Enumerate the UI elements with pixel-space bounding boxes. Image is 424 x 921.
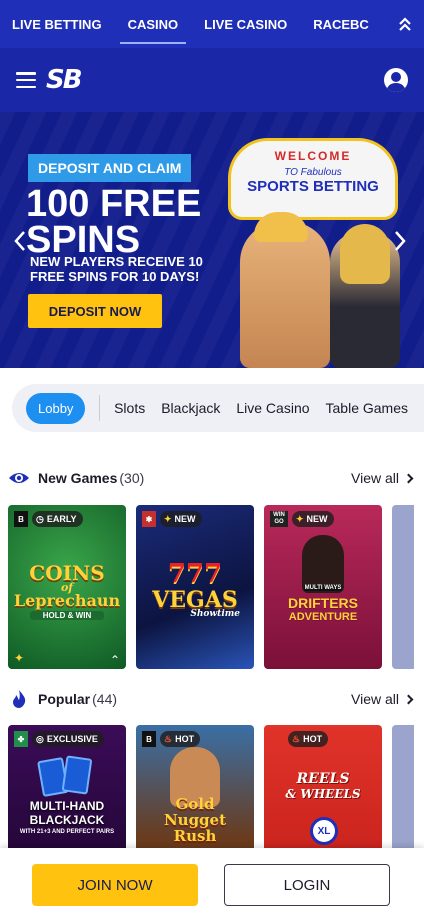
site-logo[interactable]: SB [46, 65, 83, 95]
provider-logo: WIN GO [270, 511, 288, 527]
top-nav: LIVE BETTING CASINO LIVE CASINO RACEBC [0, 0, 424, 48]
sign-welcome-text: WELCOME [274, 149, 352, 163]
chevron-right-icon [403, 473, 414, 483]
deposit-now-button[interactable]: DEPOSIT NOW [28, 294, 162, 328]
chevron-up-icon[interactable]: ⌃ [110, 653, 120, 667]
flame-icon: ♨ [292, 733, 301, 744]
filter-blackjack[interactable]: Blackjack [161, 400, 220, 416]
filter-live-casino[interactable]: Live Casino [236, 400, 309, 416]
section-title: New Games [38, 470, 118, 486]
double-chevron-up-icon [399, 17, 411, 31]
filter-lobby[interactable]: Lobby [26, 392, 86, 424]
hamburger-menu-icon[interactable] [16, 72, 36, 88]
filter-table-games[interactable]: Table Games [326, 400, 408, 416]
clock-icon: ◷ [36, 513, 44, 524]
banner-pill: DEPOSIT AND CLAIM [28, 154, 192, 182]
section-title: Popular [38, 691, 91, 707]
flame-icon [13, 690, 26, 708]
tab-casino[interactable]: CASINO [119, 0, 186, 48]
popular-header: Popular (44) View all [8, 687, 416, 711]
view-all-link[interactable]: View all [351, 470, 414, 486]
game-tile[interactable]: ✱ ✦ NEW 777 VEGAS Showtime [136, 505, 254, 669]
status-badge: ✦ NEW [160, 511, 202, 527]
tab-racebook[interactable]: RACEBC [313, 0, 369, 48]
divider [99, 395, 101, 421]
medal-icon: ◎ [36, 733, 44, 744]
flame-icon: ♨ [164, 733, 173, 744]
nav-collapse-button[interactable] [374, 0, 424, 48]
status-badge: ◎ EXCLUSIVE [32, 731, 104, 747]
sign-to-text: TO Fabulous [284, 167, 342, 178]
status-badge: ◷ EARLY [32, 511, 83, 527]
chevron-right-icon [403, 694, 414, 704]
new-games-row: B ◷ EARLY COINS of Leprechaun HOLD & WIN … [8, 505, 424, 669]
mascot-woman-image [330, 224, 400, 368]
sparkle-icon: ✦ [14, 651, 25, 665]
new-games-header: New Games (30) View all [8, 466, 416, 490]
status-badge: ♨ HOT [160, 731, 201, 747]
sparkle-icon: ✦ [164, 513, 172, 524]
section-count: (30) [119, 470, 145, 486]
login-button[interactable]: LOGIN [224, 864, 390, 906]
provider-logo: B [14, 511, 28, 527]
promo-banner[interactable]: WELCOME TO Fabulous SPORTS BETTING DEPOS… [0, 112, 424, 368]
provider-logo: ✱ [142, 511, 156, 527]
provider-logo: ✤ [14, 731, 28, 747]
filter-slots[interactable]: Slots [114, 400, 145, 416]
provider-logo: B [142, 731, 156, 747]
xl-badge: XL [310, 817, 338, 845]
mascot-man-image [240, 212, 330, 368]
status-badge: ✦ NEW [292, 511, 334, 527]
tab-live-betting[interactable]: LIVE BETTING [12, 0, 102, 48]
eye-icon [9, 473, 29, 483]
sign-brand-text: SPORTS BETTING [247, 178, 379, 195]
join-now-button[interactable]: JOIN NOW [32, 864, 198, 906]
chevron-right-icon[interactable] [392, 230, 408, 252]
account-icon[interactable] [384, 68, 408, 92]
auth-bar: JOIN NOW LOGIN [0, 848, 424, 921]
section-count: (44) [92, 691, 118, 707]
category-filter: Lobby Slots Blackjack Live Casino Table … [12, 384, 424, 432]
status-badge: ♨ HOT [288, 731, 329, 747]
sparkle-icon: ✦ [296, 513, 304, 524]
game-tile[interactable]: B ◷ EARLY COINS of Leprechaun HOLD & WIN … [8, 505, 126, 669]
game-tile[interactable]: WIN GO ✦ NEW MULTI WAYS DRIFTERS ADVENTUR… [264, 505, 382, 669]
site-header: SB [0, 48, 424, 112]
banner-headline: 100 FREE SPINS [26, 183, 202, 261]
view-all-link[interactable]: View all [351, 691, 414, 707]
welcome-sign: WELCOME TO Fabulous SPORTS BETTING [228, 138, 398, 220]
game-tile-peek[interactable] [392, 505, 414, 669]
banner-subtext: NEW PLAYERS RECEIVE 10 FREE SPINS FOR 10… [30, 254, 203, 284]
chevron-left-icon[interactable] [12, 230, 28, 252]
card-image [61, 755, 93, 795]
tab-live-casino[interactable]: LIVE CASINO [204, 0, 287, 48]
